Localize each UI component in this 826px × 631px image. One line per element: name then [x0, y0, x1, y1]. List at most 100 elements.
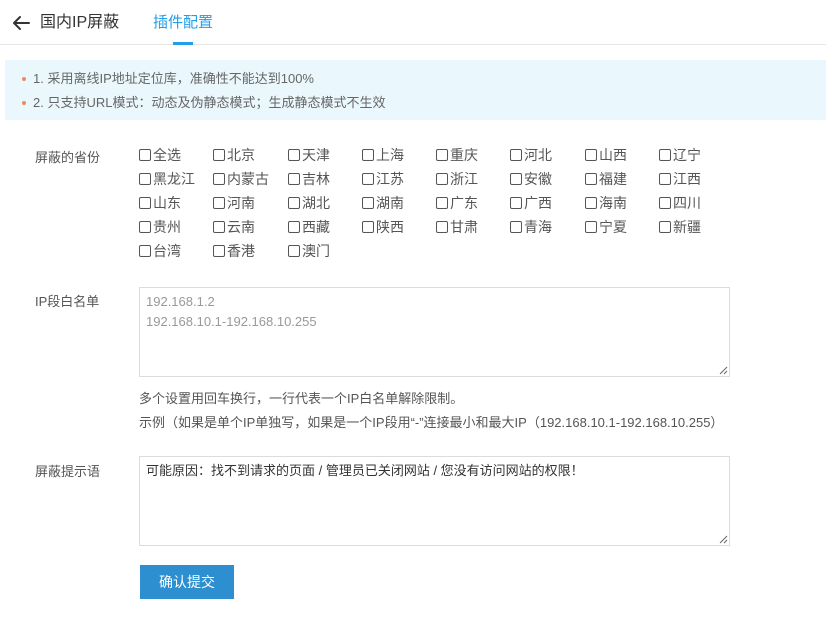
province-option[interactable]: 安徽	[510, 170, 552, 188]
checkbox[interactable]	[213, 245, 225, 257]
checkbox[interactable]	[288, 197, 300, 209]
tab-plugin-config[interactable]: 插件配置	[153, 0, 213, 45]
checkbox[interactable]	[510, 149, 522, 161]
checkbox[interactable]	[585, 221, 597, 233]
province-option[interactable]: 台湾	[139, 242, 181, 260]
checkbox[interactable]	[213, 173, 225, 185]
checkbox[interactable]	[288, 173, 300, 185]
province-label: 台湾	[153, 243, 181, 259]
province-label: 山西	[599, 147, 627, 163]
province-label: 辽宁	[673, 147, 701, 163]
resize-handle-icon[interactable]	[719, 366, 728, 375]
checkbox[interactable]	[510, 221, 522, 233]
checkbox[interactable]	[659, 197, 671, 209]
province-option[interactable]: 海南	[585, 194, 627, 212]
checkbox[interactable]	[510, 173, 522, 185]
checkbox[interactable]	[288, 245, 300, 257]
province-label: 宁夏	[599, 219, 627, 235]
province-label: 甘肃	[450, 219, 478, 235]
block-message-textarea[interactable]: 可能原因：找不到请求的页面 / 管理员已关闭网站 / 您没有访问网站的权限！	[139, 456, 730, 546]
page-title: 国内IP屏蔽	[40, 14, 120, 31]
checkbox[interactable]	[436, 149, 448, 161]
province-label: 山东	[153, 195, 181, 211]
province-option[interactable]: 广西	[510, 194, 552, 212]
province-option[interactable]: 天津	[288, 146, 330, 164]
province-option[interactable]: 上海	[362, 146, 404, 164]
province-option[interactable]: 浙江	[436, 170, 478, 188]
province-option[interactable]: 澳门	[288, 242, 330, 260]
province-label: 北京	[227, 147, 255, 163]
submit-button[interactable]: 确认提交	[140, 565, 234, 599]
checkbox[interactable]	[362, 197, 374, 209]
checkbox[interactable]	[659, 221, 671, 233]
checkbox[interactable]	[436, 173, 448, 185]
checkbox[interactable]	[213, 149, 225, 161]
province-label: 吉林	[302, 171, 330, 187]
province-option[interactable]: 香港	[213, 242, 255, 260]
province-label: 广东	[450, 195, 478, 211]
checkbox[interactable]	[436, 197, 448, 209]
province-option[interactable]: 山西	[585, 146, 627, 164]
province-option[interactable]: 新疆	[659, 218, 701, 236]
province-option[interactable]: 北京	[213, 146, 255, 164]
active-tab-indicator	[173, 42, 193, 45]
checkbox[interactable]	[288, 221, 300, 233]
province-label: 安徽	[524, 171, 552, 187]
notice-line: 2. 只支持URL模式：动态及伪静态模式；生成静态模式不生效	[5, 91, 826, 115]
province-option[interactable]: 青海	[510, 218, 552, 236]
checkbox[interactable]	[139, 197, 151, 209]
province-label: 云南	[227, 219, 255, 235]
checkbox[interactable]	[436, 221, 448, 233]
province-option[interactable]: 全选	[139, 146, 181, 164]
checkbox[interactable]	[288, 149, 300, 161]
province-option[interactable]: 江西	[659, 170, 701, 188]
province-label: 新疆	[673, 219, 701, 235]
province-option[interactable]: 河北	[510, 146, 552, 164]
checkbox[interactable]	[139, 173, 151, 185]
checkbox[interactable]	[213, 197, 225, 209]
province-option[interactable]: 贵州	[139, 218, 181, 236]
province-option[interactable]: 内蒙古	[213, 170, 269, 188]
checkbox[interactable]	[139, 149, 151, 161]
province-option[interactable]: 陕西	[362, 218, 404, 236]
checkbox[interactable]	[139, 221, 151, 233]
province-option[interactable]: 宁夏	[585, 218, 627, 236]
checkbox[interactable]	[659, 149, 671, 161]
checkbox[interactable]	[362, 173, 374, 185]
provinces-label: 屏蔽的省份	[35, 150, 101, 165]
province-option[interactable]: 甘肃	[436, 218, 478, 236]
block-message-value: 可能原因：找不到请求的页面 / 管理员已关闭网站 / 您没有访问网站的权限！	[146, 463, 584, 478]
checkbox[interactable]	[510, 197, 522, 209]
whitelist-textarea[interactable]: 192.168.1.2 192.168.10.1-192.168.10.255	[139, 287, 730, 377]
province-label: 西藏	[302, 219, 330, 235]
province-option[interactable]: 福建	[585, 170, 627, 188]
province-option[interactable]: 河南	[213, 194, 255, 212]
province-label: 上海	[376, 147, 404, 163]
province-option[interactable]: 黑龙江	[139, 170, 195, 188]
province-option[interactable]: 辽宁	[659, 146, 701, 164]
checkbox[interactable]	[585, 149, 597, 161]
province-label: 湖南	[376, 195, 404, 211]
province-option[interactable]: 吉林	[288, 170, 330, 188]
checkbox[interactable]	[362, 149, 374, 161]
province-option[interactable]: 山东	[139, 194, 181, 212]
checkbox[interactable]	[139, 245, 151, 257]
notice-line: 1. 采用离线IP地址定位库，准确性不能达到100%	[5, 67, 826, 91]
checkbox[interactable]	[585, 197, 597, 209]
checkbox[interactable]	[585, 173, 597, 185]
province-option[interactable]: 四川	[659, 194, 701, 212]
province-option[interactable]: 江苏	[362, 170, 404, 188]
checkbox[interactable]	[213, 221, 225, 233]
checkbox[interactable]	[659, 173, 671, 185]
province-option[interactable]: 湖北	[288, 194, 330, 212]
back-arrow-icon[interactable]	[10, 12, 32, 34]
province-label: 重庆	[450, 147, 478, 163]
province-option[interactable]: 广东	[436, 194, 478, 212]
province-option[interactable]: 云南	[213, 218, 255, 236]
province-option[interactable]: 重庆	[436, 146, 478, 164]
province-option[interactable]: 湖南	[362, 194, 404, 212]
province-option[interactable]: 西藏	[288, 218, 330, 236]
resize-handle-icon[interactable]	[719, 535, 728, 544]
province-label: 福建	[599, 171, 627, 187]
checkbox[interactable]	[362, 221, 374, 233]
